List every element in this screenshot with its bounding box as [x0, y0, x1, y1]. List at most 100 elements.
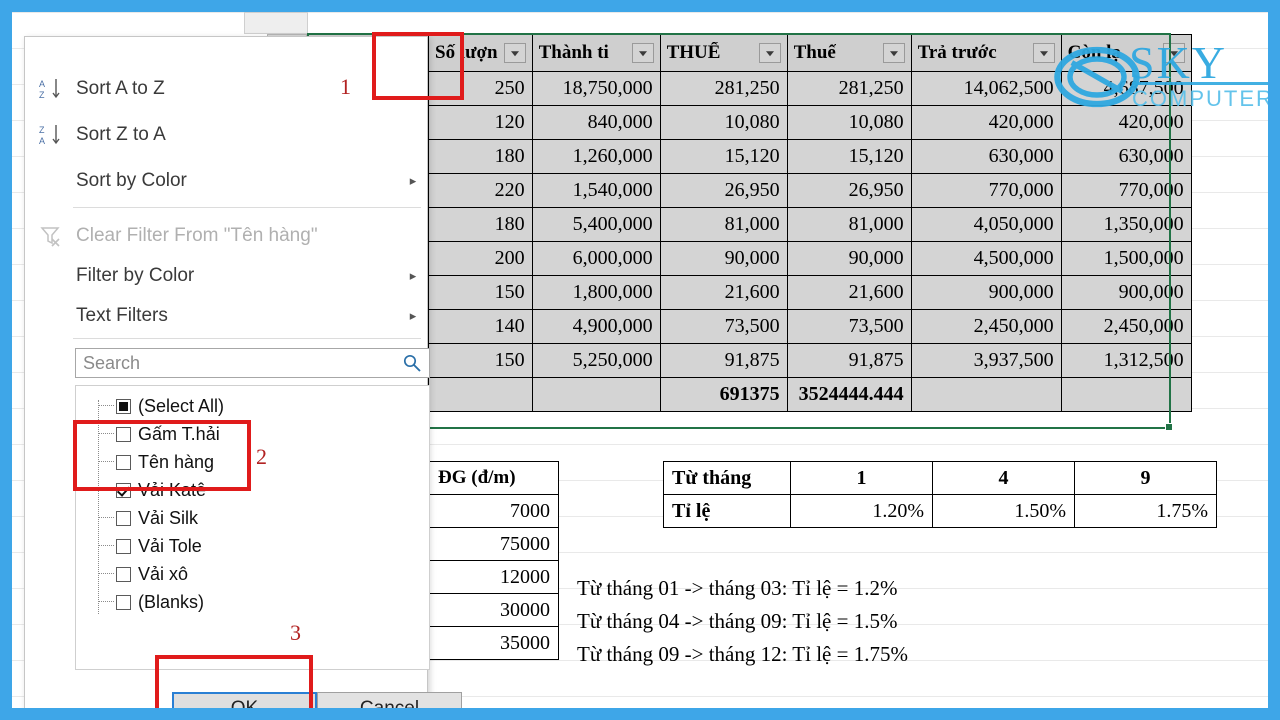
filter-values-list[interactable]: (Select All) Gấm T.hải Tên hàng Vải Katê Vải…: [75, 385, 430, 670]
list-item[interactable]: Vải Katê: [76, 476, 429, 504]
table-total-cell[interactable]: [910, 377, 1062, 412]
table-cell[interactable]: 281,250: [786, 71, 912, 106]
dg-value[interactable]: 30000: [429, 593, 559, 627]
table-cell[interactable]: 1,312,500: [1060, 343, 1192, 378]
table-cell[interactable]: 420,000: [910, 105, 1062, 140]
menu-item-sort-z-to-a[interactable]: Z A Sort Z to A: [26, 115, 426, 155]
ok-button[interactable]: OK: [172, 692, 317, 708]
table-cell[interactable]: 1,350,000: [1060, 207, 1192, 242]
table-cell[interactable]: 1,540,000: [531, 173, 661, 208]
table-cell[interactable]: 281,250: [659, 71, 788, 106]
table-cell[interactable]: 1,500,000: [1060, 241, 1192, 276]
table-cell[interactable]: 15,120: [786, 139, 912, 174]
search-input[interactable]: Search: [76, 353, 395, 374]
table-cell[interactable]: 26,950: [786, 173, 912, 208]
checkbox-icon[interactable]: [116, 566, 131, 582]
table-cell[interactable]: 10,080: [659, 105, 788, 140]
table-cell[interactable]: 4,687,500: [1060, 71, 1192, 106]
selection-fill-handle[interactable]: [1165, 423, 1173, 431]
filter-dropdown-icon-thanh-tien[interactable]: [631, 43, 654, 63]
table-total-cell[interactable]: [1060, 377, 1192, 412]
table-cell[interactable]: 140: [428, 309, 533, 344]
table-cell[interactable]: 420,000: [1060, 105, 1192, 140]
table-cell[interactable]: 3,937,500: [910, 343, 1062, 378]
filter-dropdown-icon-thue[interactable]: [882, 43, 905, 63]
menu-item-filter-by-color[interactable]: Filter by Color ▸: [26, 256, 426, 296]
table-cell[interactable]: 770,000: [1060, 173, 1192, 208]
table-cell[interactable]: 81,000: [659, 207, 788, 242]
checkbox-icon[interactable]: [116, 510, 131, 526]
col-header-thue[interactable]: Thuế: [786, 34, 912, 72]
dg-value[interactable]: 75000: [429, 527, 559, 561]
table-cell[interactable]: 630,000: [1060, 139, 1192, 174]
col-header-so-luong[interactable]: Số lượn: [428, 34, 533, 72]
table-cell[interactable]: 73,500: [786, 309, 912, 344]
checkbox-icon[interactable]: [116, 594, 131, 610]
table-cell[interactable]: 900,000: [1060, 275, 1192, 310]
col-header-thanh-tien[interactable]: Thành ti: [531, 34, 661, 72]
table-cell[interactable]: 1,800,000: [531, 275, 661, 310]
col-header-tra-truoc[interactable]: Trả trước: [910, 34, 1062, 72]
menu-item-sort-a-to-z[interactable]: A Z Sort A to Z: [26, 69, 426, 109]
table-cell[interactable]: 6,000,000: [531, 241, 661, 276]
checkbox-icon[interactable]: [116, 538, 131, 554]
filter-dropdown-icon-thue-upper[interactable]: [758, 43, 781, 63]
list-item[interactable]: Gấm T.hải: [76, 420, 429, 448]
table-cell[interactable]: 840,000: [531, 105, 661, 140]
table-cell[interactable]: 150: [428, 275, 533, 310]
table-cell[interactable]: 14,062,500: [910, 71, 1062, 106]
table-cell[interactable]: 630,000: [910, 139, 1062, 174]
list-item[interactable]: Vải xô: [76, 560, 429, 588]
table-cell[interactable]: 200: [428, 241, 533, 276]
table-cell[interactable]: 250: [428, 71, 533, 106]
list-item[interactable]: Tên hàng: [76, 448, 429, 476]
table-cell[interactable]: 5,250,000: [531, 343, 661, 378]
list-item[interactable]: (Blanks): [76, 588, 429, 616]
table-cell[interactable]: 91,875: [659, 343, 788, 378]
table-cell[interactable]: 81,000: [786, 207, 912, 242]
table-cell[interactable]: 150: [428, 343, 533, 378]
table-cell[interactable]: 4,900,000: [531, 309, 661, 344]
table-cell[interactable]: 26,950: [659, 173, 788, 208]
list-item[interactable]: Vải Silk: [76, 504, 429, 532]
dg-value[interactable]: 12000: [429, 560, 559, 594]
table-cell[interactable]: 10,080: [786, 105, 912, 140]
dg-value[interactable]: 35000: [429, 626, 559, 660]
table-cell[interactable]: 21,600: [786, 275, 912, 310]
table-cell[interactable]: 90,000: [786, 241, 912, 276]
table-cell[interactable]: 73,500: [659, 309, 788, 344]
table-total-cell[interactable]: 3524444.444: [786, 377, 912, 412]
table-cell[interactable]: 2,450,000: [910, 309, 1062, 344]
table-cell[interactable]: 120: [428, 105, 533, 140]
filter-dropdown-icon-tra-truoc[interactable]: [1032, 43, 1055, 63]
table-cell[interactable]: 90,000: [659, 241, 788, 276]
table-cell[interactable]: 770,000: [910, 173, 1062, 208]
table-cell[interactable]: 2,450,000: [1060, 309, 1192, 344]
table-cell[interactable]: 1,260,000: [531, 139, 661, 174]
table-cell[interactable]: 900,000: [910, 275, 1062, 310]
col-header-con-lai[interactable]: Còn lạ: [1060, 34, 1192, 72]
col-header-thue-upper[interactable]: THUẾ: [659, 34, 788, 72]
filter-search-box[interactable]: Search: [75, 348, 430, 378]
table-cell[interactable]: 220: [428, 173, 533, 208]
list-item[interactable]: Vải Tole: [76, 532, 429, 560]
table-cell[interactable]: 180: [428, 139, 533, 174]
checkbox-icon[interactable]: [116, 398, 131, 414]
table-cell[interactable]: 4,050,000: [910, 207, 1062, 242]
filter-dropdown-icon-con-lai[interactable]: [1162, 43, 1185, 63]
table-cell[interactable]: 180: [428, 207, 533, 242]
checkbox-icon[interactable]: [116, 454, 131, 470]
table-total-cell[interactable]: [428, 377, 533, 412]
table-cell[interactable]: 5,400,000: [531, 207, 661, 242]
menu-item-text-filters[interactable]: Text Filters ▸: [26, 296, 426, 336]
cancel-button[interactable]: Cancel: [317, 692, 462, 708]
table-cell[interactable]: 91,875: [786, 343, 912, 378]
checkbox-icon[interactable]: [116, 426, 131, 442]
table-total-cell[interactable]: 691375: [659, 377, 788, 412]
dg-value[interactable]: 7000: [429, 494, 559, 528]
table-cell[interactable]: 4,500,000: [910, 241, 1062, 276]
list-item[interactable]: (Select All): [76, 392, 429, 420]
menu-item-sort-by-color[interactable]: Sort by Color ▸: [26, 161, 426, 201]
table-cell[interactable]: 21,600: [659, 275, 788, 310]
table-total-cell[interactable]: [531, 377, 661, 412]
